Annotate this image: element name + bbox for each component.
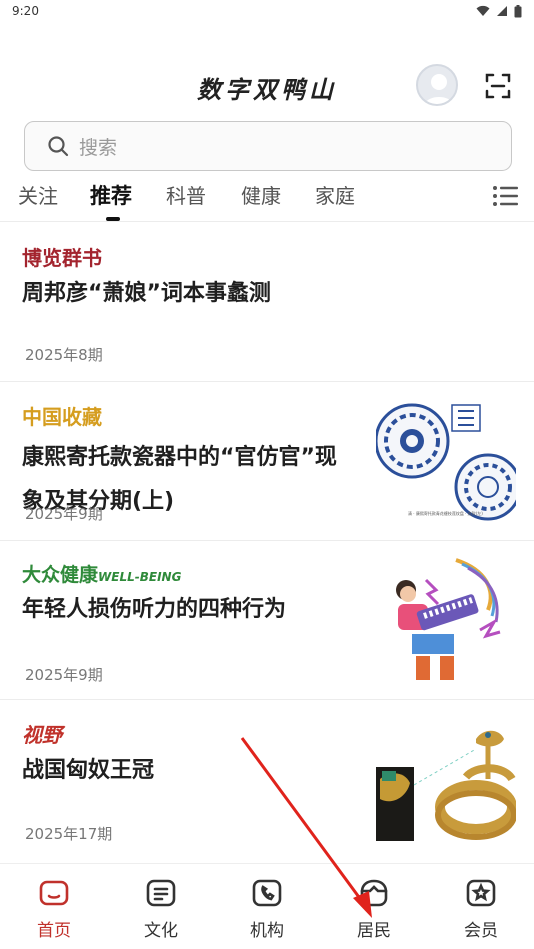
annotation-arrow xyxy=(240,737,372,918)
